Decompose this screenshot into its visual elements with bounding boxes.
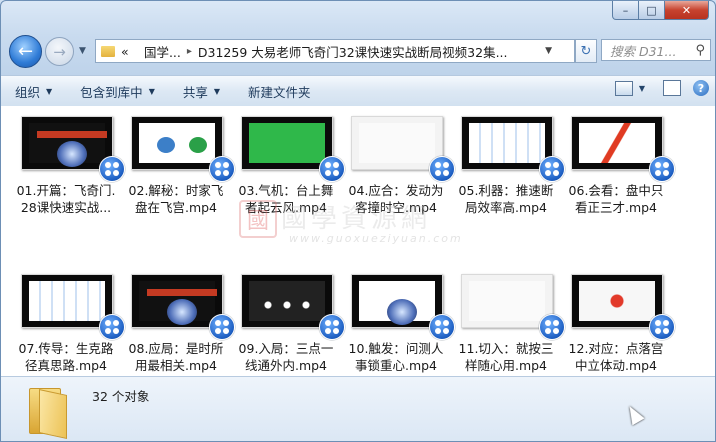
file-item[interactable]: 09.入局：三点一 线通外内.mp4 (229, 274, 345, 376)
minimize-button[interactable]: – (612, 1, 639, 20)
organize-label: 组织 (15, 84, 41, 100)
mouse-cursor-icon (623, 402, 645, 426)
folder-icon (101, 45, 115, 57)
file-item[interactable]: 08.应局：是时所 用最相关.mp4 (119, 274, 235, 376)
explorer-window: – □ ✕ ← → ▼ « 国学... ▸ D31259 大易老师飞奇门32课快… (0, 0, 716, 442)
navigation-bar: ← → ▼ « 国学... ▸ D31259 大易老师飞奇门32课快速实战断局视… (7, 35, 711, 68)
view-controls: ▼ ? (614, 80, 709, 96)
video-thumbnail (571, 116, 663, 170)
file-item[interactable]: 03.气机：台上舞 者起云风.mp4 (229, 116, 345, 264)
video-thumbnail (571, 274, 663, 328)
include-in-library-menu[interactable]: 包含到库中 ▼ (66, 76, 169, 106)
breadcrumb-separator-icon (135, 46, 138, 57)
caption-buttons: – □ ✕ (612, 1, 709, 21)
video-thumbnail (21, 116, 113, 170)
search-placeholder: 搜索 D31... (610, 43, 677, 59)
view-dropdown-icon[interactable]: ▼ (639, 84, 645, 93)
search-input[interactable]: 搜索 D31... ⚲ (601, 39, 711, 61)
refresh-icon[interactable]: ↻ (575, 39, 597, 63)
file-name: 07.传导：生克路 径真思路.mp4 (18, 341, 114, 373)
video-thumbnail (131, 116, 223, 170)
help-icon[interactable]: ? (693, 80, 709, 96)
video-thumbnail (241, 274, 333, 328)
maximize-button[interactable]: □ (639, 1, 665, 20)
file-name: 09.入局：三点一 线通外内.mp4 (238, 341, 334, 373)
file-item[interactable]: 12.对应：点落宫 中立体动.mp4 (559, 274, 675, 376)
file-name: 03.气机：台上舞 者起云风.mp4 (238, 183, 334, 215)
address-dropdown-icon[interactable]: ▼ (545, 46, 552, 56)
video-thumbnail (461, 274, 553, 328)
preview-pane-icon[interactable] (663, 80, 681, 96)
file-item[interactable]: 01.开篇：飞奇门. 28课快速实战... (9, 116, 125, 264)
file-item[interactable]: 04.应合：发动为 客撞时空.mp4 (339, 116, 455, 264)
share-label: 共享 (182, 84, 208, 100)
file-item[interactable]: 10.触发：问测人 事锁重心.mp4 (339, 274, 455, 376)
search-icon[interactable]: ⚲ (695, 43, 705, 58)
share-menu[interactable]: 共享 ▼ (169, 76, 234, 106)
file-name: 12.对应：点落宫 中立体动.mp4 (568, 341, 664, 373)
file-item[interactable]: 02.解秘：时家飞 盘在飞宫.mp4 (119, 116, 235, 264)
file-item[interactable]: 06.会看：盘中只 看正三才.mp4 (559, 116, 675, 264)
file-item[interactable]: 07.传导：生克路 径真思路.mp4 (9, 274, 125, 376)
file-item[interactable]: 11.切入：就按三 样随心用.mp4 (449, 274, 565, 376)
dropdown-arrow-icon: ▼ (213, 86, 221, 96)
organize-menu[interactable]: 组织 ▼ (1, 76, 66, 106)
file-name: 06.会看：盘中只 看正三才.mp4 (568, 183, 664, 215)
file-item[interactable]: 05.利器：推速断 局效率高.mp4 (449, 116, 565, 264)
file-name: 08.应局：是时所 用最相关.mp4 (128, 341, 224, 373)
video-player-icon (649, 314, 675, 340)
breadcrumb-overflow[interactable]: « (121, 44, 129, 59)
command-bar: 组织 ▼ 包含到库中 ▼ 共享 ▼ 新建文件夹 ▼ ? (1, 75, 715, 107)
file-name: 02.解秘：时家飞 盘在飞宫.mp4 (128, 183, 224, 215)
forward-arrow-icon[interactable]: → (45, 37, 74, 66)
dropdown-arrow-icon: ▼ (148, 86, 155, 96)
details-pane: 32 个对象 (1, 376, 715, 441)
file-name: 01.开篇：飞奇门. 28课快速实战... (16, 183, 116, 215)
close-button[interactable]: ✕ (665, 1, 709, 20)
folder-icon (29, 382, 67, 439)
video-thumbnail (241, 116, 333, 170)
video-thumbnail (351, 274, 443, 328)
dropdown-arrow-icon: ▼ (46, 86, 53, 96)
video-player-icon (649, 156, 675, 182)
new-folder-button[interactable]: 新建文件夹 (234, 76, 325, 106)
breadcrumb-item[interactable]: 国学... (144, 42, 181, 61)
video-thumbnail (461, 116, 553, 170)
include-in-library-label: 包含到库中 (80, 84, 143, 100)
new-folder-label: 新建文件夹 (248, 84, 311, 100)
breadcrumb-separator-icon: ▸ (186, 45, 192, 57)
item-count: 32 个对象 (92, 389, 150, 404)
file-name: 10.触发：问测人 事锁重心.mp4 (348, 341, 444, 373)
file-name: 11.切入：就按三 样随心用.mp4 (458, 341, 554, 373)
change-view-icon[interactable] (614, 80, 633, 96)
video-thumbnail (351, 116, 443, 170)
breadcrumb-current[interactable]: D31259 大易老师飞奇门32课快速实战断局视频32集... (198, 42, 508, 61)
file-name: 05.利器：推速断 局效率高.mp4 (458, 183, 554, 215)
back-arrow-icon[interactable]: ← (9, 35, 42, 68)
video-thumbnail (21, 274, 113, 328)
address-bar[interactable]: « 国学... ▸ D31259 大易老师飞奇门32课快速实战断局视频32集..… (95, 39, 575, 63)
video-thumbnail (131, 274, 223, 328)
file-list-area[interactable]: 01.开篇：飞奇门. 28课快速实战... 02.解秘：时家飞 盘在飞宫.mp4 0… (1, 106, 715, 376)
file-grid: 01.开篇：飞奇门. 28课快速实战... 02.解秘：时家飞 盘在飞宫.mp4 0… (9, 116, 709, 376)
history-dropdown-icon[interactable]: ▼ (79, 46, 86, 56)
file-name: 04.应合：发动为 客撞时空.mp4 (348, 183, 444, 215)
